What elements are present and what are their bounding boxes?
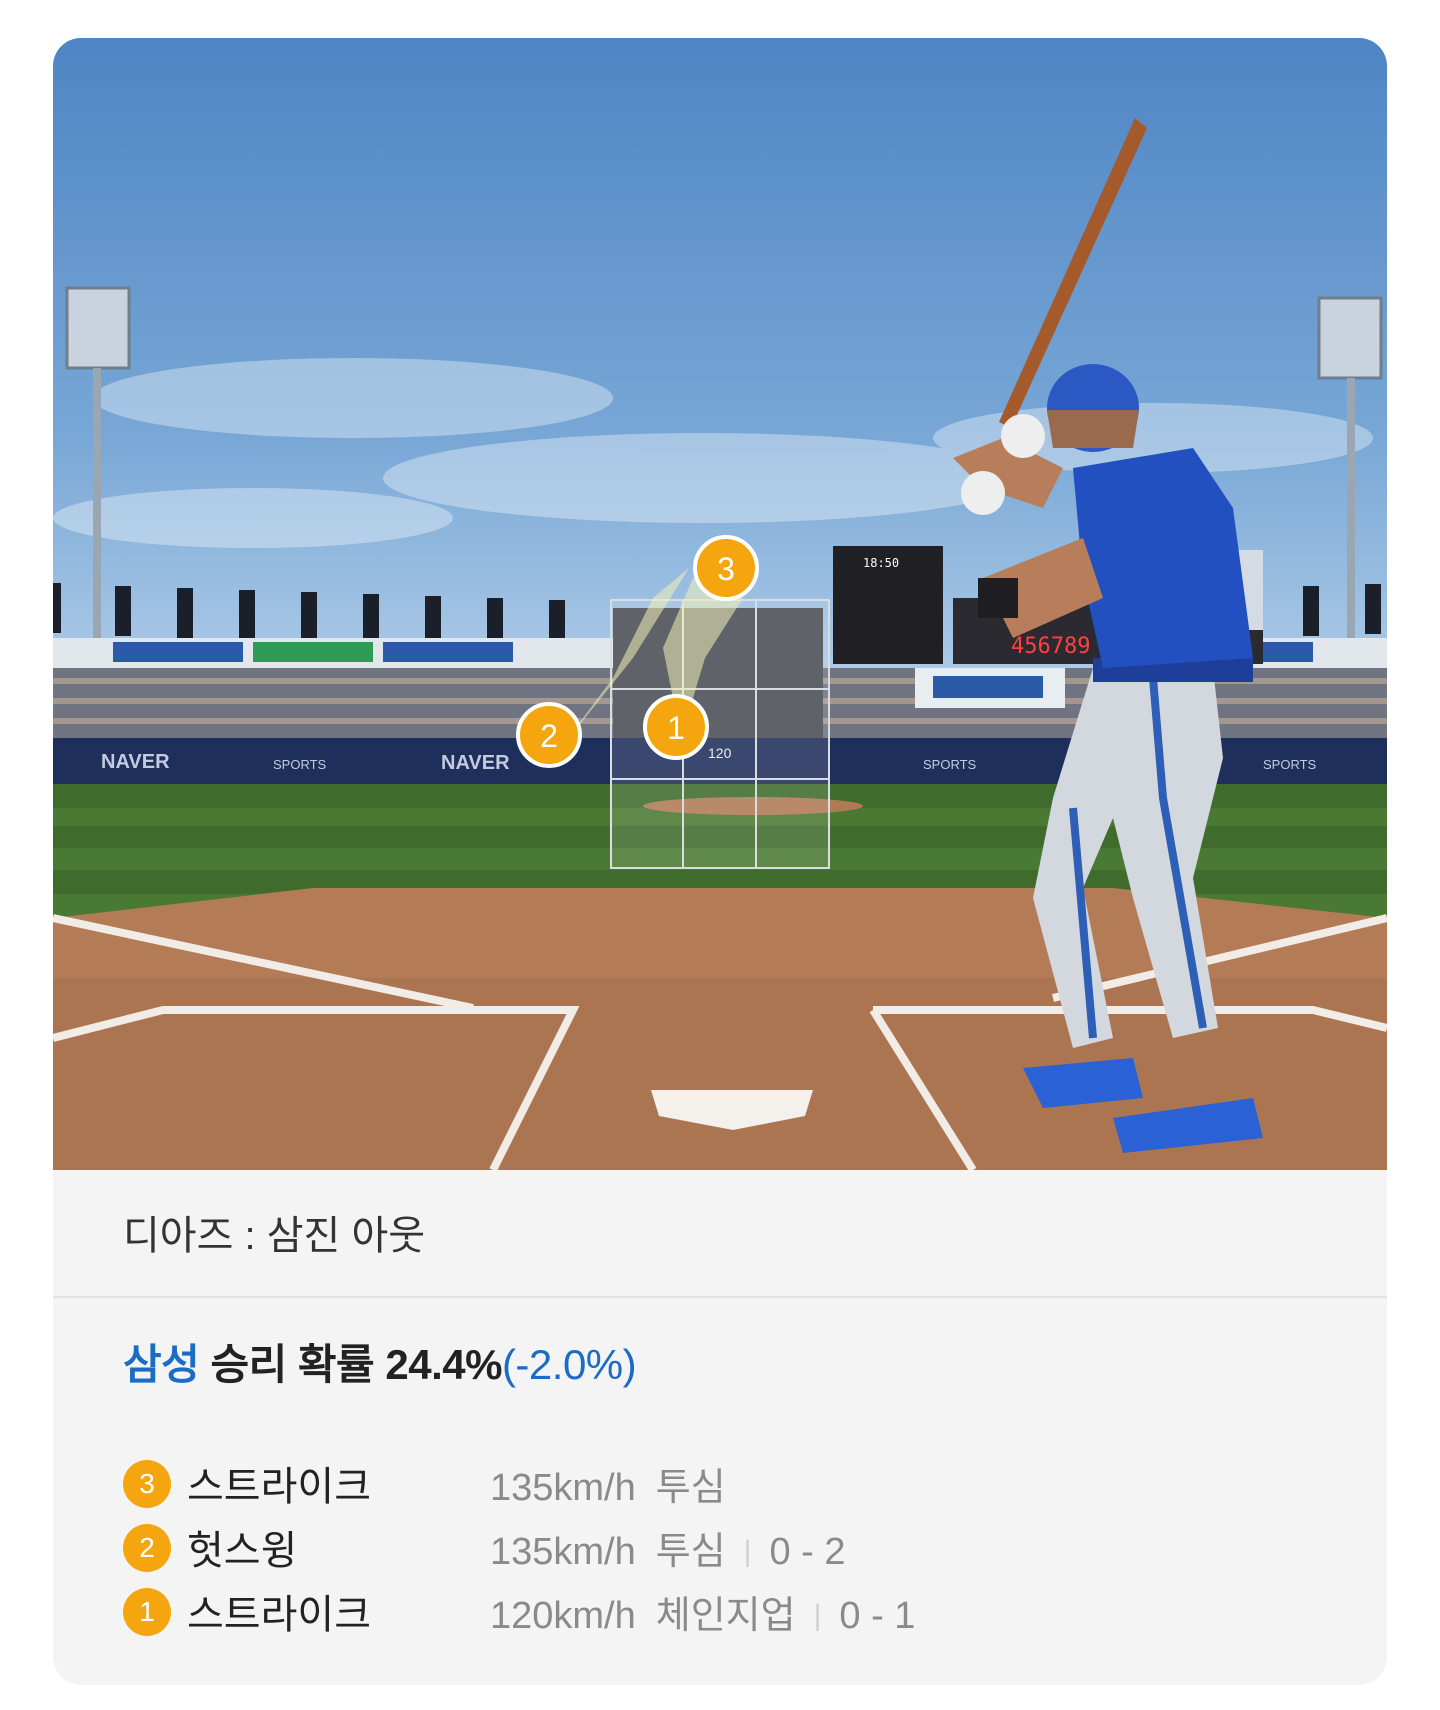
list-item: 3 스트라이크 135km/h 투심 [123,1450,1323,1514]
pitch-number-badge: 1 [123,1588,171,1636]
svg-text:SPORTS: SPORTS [273,757,327,772]
svg-text:SPORTS: SPORTS [1263,757,1317,772]
ball-count: 0 - 2 [769,1531,846,1573]
team-name: 삼성 [123,1341,200,1388]
pitch-type: 투심 [655,1531,726,1573]
ball-count: 0 - 1 [839,1595,916,1637]
pitch-speed: 135km/h [490,1467,636,1509]
at-bat-result: 디아즈 : 삼진 아웃 [123,1214,426,1258]
win-probability: 삼성 승리 확률 24.4%(-2.0%) [123,1331,637,1392]
pitch-result: 헛스윙 [187,1529,298,1573]
svg-text:SPORTS: SPORTS [923,757,977,772]
pitch-result: 스트라이크 [187,1465,371,1509]
divider [53,1296,1387,1298]
list-item: 2 헛스윙 135km/h 투심 | 0 - 2 [123,1514,1323,1578]
svg-text:NAVER: NAVER [441,752,510,774]
pitch-marker-3: 3 [693,535,759,601]
svg-text:18:50: 18:50 [863,556,899,570]
win-probability-delta: (-2.0%) [501,1341,637,1388]
pitch-list: 3 스트라이크 135km/h 투심 2 헛스윙 135km/h 투심 | 0 - 2 … [123,1450,1323,1642]
batter-scene: 18:50 456789 NAVER NAVER SPORTS SPORTS S… [53,38,1387,1170]
svg-text:1: 1 [667,710,685,746]
svg-text:120: 120 [708,745,732,761]
pitch-result: 스트라이크 [187,1593,371,1637]
pitch-info: 135km/h 투심 | 0 - 2 [490,1520,846,1575]
pitch-type: 투심 [655,1467,726,1509]
pitch-marker-2: 2 [516,702,582,768]
svg-text:2: 2 [540,718,558,754]
win-probability-label: 승리 확률 24.4% [199,1341,502,1388]
pitch-info: 135km/h 투심 [490,1456,726,1511]
svg-text:3: 3 [717,551,735,587]
pitch-result-card: 18:50 456789 NAVER NAVER SPORTS SPORTS S… [53,38,1387,1685]
pitch-speed: 120km/h [490,1595,636,1637]
svg-text:456789: 456789 [1011,634,1090,659]
pitch-info: 120km/h 체인지업 | 0 - 1 [490,1584,915,1639]
pitch-type: 체인지업 [655,1595,796,1637]
separator: | [813,1599,822,1632]
stadium-illustration: 18:50 456789 NAVER NAVER SPORTS SPORTS S… [53,118,1387,1170]
pitch-marker-1: 1 [643,694,709,760]
svg-text:NAVER: NAVER [101,751,170,773]
pitch-number-badge: 2 [123,1524,171,1572]
pitch-speed: 135km/h [490,1531,636,1573]
pitch-number-badge: 3 [123,1460,171,1508]
list-item: 1 스트라이크 120km/h 체인지업 | 0 - 1 [123,1578,1323,1642]
separator: | [743,1535,752,1568]
